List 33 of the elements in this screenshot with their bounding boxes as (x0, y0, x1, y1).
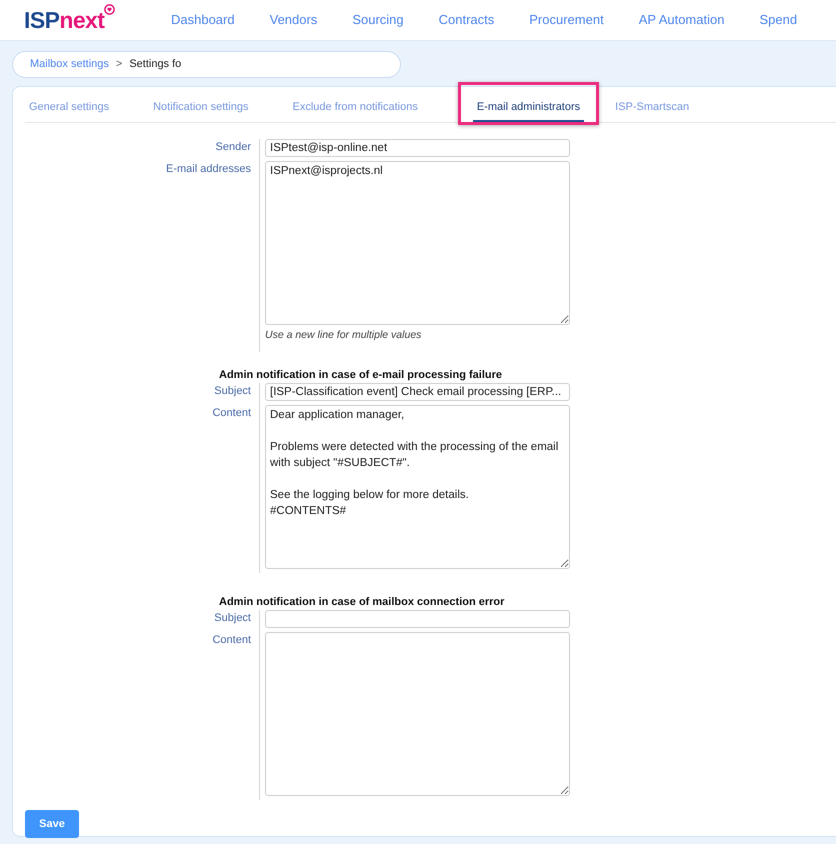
tab[interactable]: Exclude from notifications (288, 98, 422, 122)
field-label: Content (212, 634, 251, 646)
save-button[interactable]: Save (25, 810, 79, 838)
breadcrumb-link[interactable]: Mailbox settings (30, 56, 109, 73)
subject-field[interactable]: [ISP-Classification event] Check email processing [ERP... (265, 383, 570, 401)
logo[interactable]: ISPnext (24, 2, 144, 38)
nav-link[interactable]: Spend (759, 10, 798, 30)
content-field[interactable]: Dear application manager, Problems were detected with the processing of the email with subject "#SUBJECT#". See the logging below for more details. #CONTENTS# (265, 405, 570, 569)
breadcrumb-separator: > (116, 57, 122, 72)
breadcrumb-current: Settings fo (129, 57, 182, 72)
nav-link[interactable]: Contracts (438, 10, 494, 30)
field-label: Subject (214, 385, 251, 397)
email-addresses-field[interactable]: ISPnext@isprojects.nl (265, 161, 570, 325)
section-heading: Admin notification in case of e-mail processing failure (219, 369, 502, 381)
heart-badge-icon (104, 4, 116, 15)
field-label: Sender (216, 141, 251, 153)
nav-link[interactable]: Procurement (529, 10, 604, 30)
sender-field[interactable]: ISPtest@isp-online.net (265, 139, 570, 157)
nav-link[interactable]: Dashboard (171, 10, 235, 30)
field-label: E-mail addresses (166, 163, 251, 175)
tab[interactable]: General settings (25, 98, 114, 122)
content-field[interactable] (265, 632, 570, 796)
section-heading: Admin notification in case of mailbox connection error (219, 596, 504, 608)
tab[interactable]: ISP-Smartscan (611, 98, 694, 122)
field-label: Subject (214, 612, 251, 624)
nav-link[interactable]: Sourcing (352, 10, 404, 30)
field-label: Content (212, 407, 251, 419)
nav-link[interactable]: Vendors (270, 10, 318, 30)
subject-field[interactable] (265, 610, 570, 628)
field-hint: Use a new line for multiple values (265, 328, 422, 342)
tab[interactable]: E-mail administrators (472, 98, 584, 122)
nav-link[interactable]: AP Automation (638, 10, 724, 30)
tab[interactable]: Notification settings (149, 98, 252, 122)
